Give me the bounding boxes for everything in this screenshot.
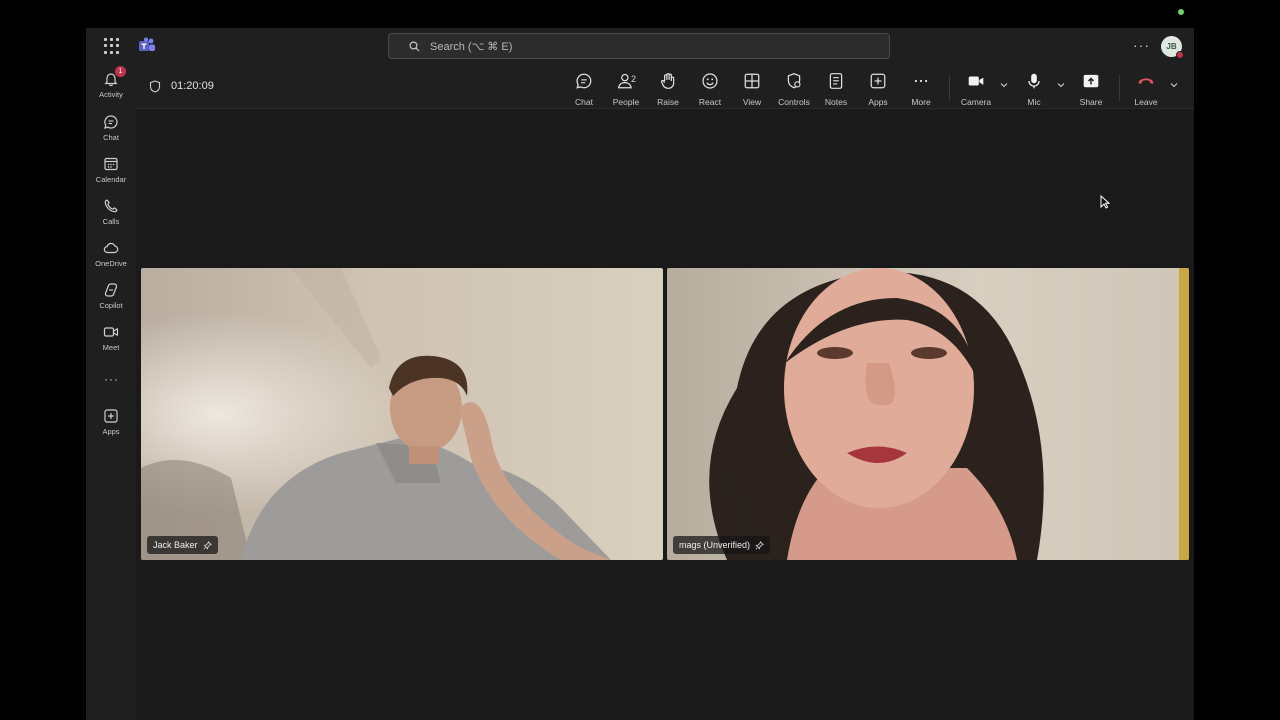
smiley-icon xyxy=(702,73,718,89)
controls-button[interactable]: Controls xyxy=(774,72,814,107)
controls-label: Controls xyxy=(778,97,810,107)
mic-button[interactable]: Mic xyxy=(1014,72,1054,107)
mic-label: Mic xyxy=(1027,97,1041,107)
more-dots-icon xyxy=(914,79,928,83)
rail-more-button[interactable]: ··· xyxy=(104,372,119,386)
chat-icon xyxy=(576,73,592,89)
teams-window: Search (⌥ ⌘ E) ··· JB 1 Activity Chat Ca… xyxy=(86,28,1194,720)
more-label: More xyxy=(911,97,931,107)
raise-hand-button[interactable]: Raise xyxy=(648,72,688,107)
rail-item-meet[interactable]: Meet xyxy=(86,324,136,360)
chat-button[interactable]: Chat xyxy=(564,72,604,107)
toolbar-divider xyxy=(1119,75,1120,101)
react-label: React xyxy=(698,97,722,107)
share-label: Share xyxy=(1079,97,1103,107)
raise-label: Raise xyxy=(657,97,679,107)
mic-options-chevron-icon[interactable] xyxy=(1057,82,1065,88)
title-bar: Search (⌥ ⌘ E) ··· JB xyxy=(86,28,1194,63)
rail-item-label: Meet xyxy=(102,343,120,352)
grid-view-icon xyxy=(744,73,760,89)
participant-video xyxy=(141,268,663,560)
video-tile-jack-baker[interactable]: Jack Baker xyxy=(141,268,663,560)
chat-label: Chat xyxy=(575,97,593,107)
avatar-initials: JB xyxy=(1166,42,1177,51)
mouse-pointer-icon xyxy=(1100,195,1110,209)
status-indicator-dot xyxy=(1178,9,1184,15)
meeting-stage: 01:20:09 Chat 2 People Raise React View xyxy=(136,63,1194,720)
meeting-timer: 01:20:09 xyxy=(171,80,214,92)
pin-icon xyxy=(755,540,764,549)
view-label: View xyxy=(742,97,762,107)
camera-options-chevron-icon[interactable] xyxy=(1000,82,1008,88)
leave-options-chevron-icon[interactable] xyxy=(1170,82,1178,88)
rail-item-copilot[interactable]: Copilot xyxy=(86,282,136,318)
search-placeholder: Search (⌥ ⌘ E) xyxy=(430,40,513,53)
notes-button[interactable]: Notes xyxy=(816,72,856,107)
app-rail: 1 Activity Chat Calendar Calls OneDrive … xyxy=(86,63,136,720)
add-apps-icon xyxy=(104,409,118,423)
rail-item-label: Apps xyxy=(102,427,120,436)
user-avatar[interactable]: JB xyxy=(1161,36,1184,59)
settings-more-button[interactable]: ··· xyxy=(1133,37,1150,53)
presence-badge xyxy=(1176,51,1184,59)
video-tile-mags[interactable]: mags (Unverified) xyxy=(667,268,1189,560)
video-camera-icon xyxy=(103,327,119,337)
add-apps-icon xyxy=(870,73,886,89)
share-icon xyxy=(1083,74,1099,88)
calendar-icon xyxy=(104,157,118,171)
search-bar[interactable]: Search (⌥ ⌘ E) xyxy=(388,33,890,59)
rail-item-activity[interactable]: 1 Activity xyxy=(86,66,136,107)
view-button[interactable]: View xyxy=(732,72,772,107)
controls-icon xyxy=(787,73,801,89)
search-icon xyxy=(409,40,420,51)
rail-item-onedrive[interactable]: OneDrive xyxy=(86,240,136,276)
participant-name-tag: Jack Baker xyxy=(147,536,218,554)
notes-label: Notes xyxy=(824,97,848,107)
raise-hand-icon xyxy=(660,73,675,89)
participant-name: Jack Baker xyxy=(153,540,198,550)
mic-icon xyxy=(1028,73,1040,89)
pin-icon xyxy=(203,540,212,549)
rail-item-calls[interactable]: Calls xyxy=(86,198,136,234)
rail-item-label: Calendar xyxy=(95,175,127,184)
camera-label: Camera xyxy=(960,97,992,107)
more-button[interactable]: More xyxy=(901,72,941,107)
app-launcher-icon[interactable] xyxy=(104,38,120,54)
rail-item-apps[interactable]: Apps xyxy=(86,408,136,444)
people-button[interactable]: 2 People xyxy=(606,72,646,107)
teams-logo-icon xyxy=(139,37,155,51)
phone-icon xyxy=(104,199,118,213)
notes-icon xyxy=(829,73,843,89)
cloud-icon xyxy=(103,242,119,254)
camera-icon xyxy=(968,76,984,86)
participant-name-tag: mags (Unverified) xyxy=(673,536,771,554)
rail-item-label: Copilot xyxy=(99,301,123,310)
hang-up-icon xyxy=(1138,78,1154,84)
participant-video xyxy=(667,268,1189,560)
people-count: 2 xyxy=(631,74,637,84)
rail-item-calendar[interactable]: Calendar xyxy=(86,156,136,192)
apps-label: Apps xyxy=(868,97,888,107)
shield-icon xyxy=(149,80,161,93)
react-button[interactable]: React xyxy=(690,72,730,107)
leave-button[interactable]: Leave xyxy=(1126,72,1166,107)
rail-item-chat[interactable]: Chat xyxy=(86,114,136,150)
notification-badge: 1 xyxy=(115,66,126,77)
rail-item-label: Chat xyxy=(103,133,119,142)
meeting-toolbar: 01:20:09 Chat 2 People Raise React View xyxy=(136,63,1194,109)
chat-icon xyxy=(104,115,118,129)
camera-button[interactable]: Camera xyxy=(956,72,996,107)
participant-name: mags (Unverified) xyxy=(679,540,751,550)
copilot-icon xyxy=(104,283,118,297)
toolbar-divider xyxy=(949,75,950,101)
leave-label: Leave xyxy=(1134,97,1158,107)
apps-button[interactable]: Apps xyxy=(858,72,898,107)
rail-item-label: OneDrive xyxy=(95,259,127,268)
rail-item-label: Calls xyxy=(102,217,120,226)
share-button[interactable]: Share xyxy=(1071,72,1111,107)
people-label: People xyxy=(612,97,640,107)
rail-item-label: Activity xyxy=(99,90,123,99)
